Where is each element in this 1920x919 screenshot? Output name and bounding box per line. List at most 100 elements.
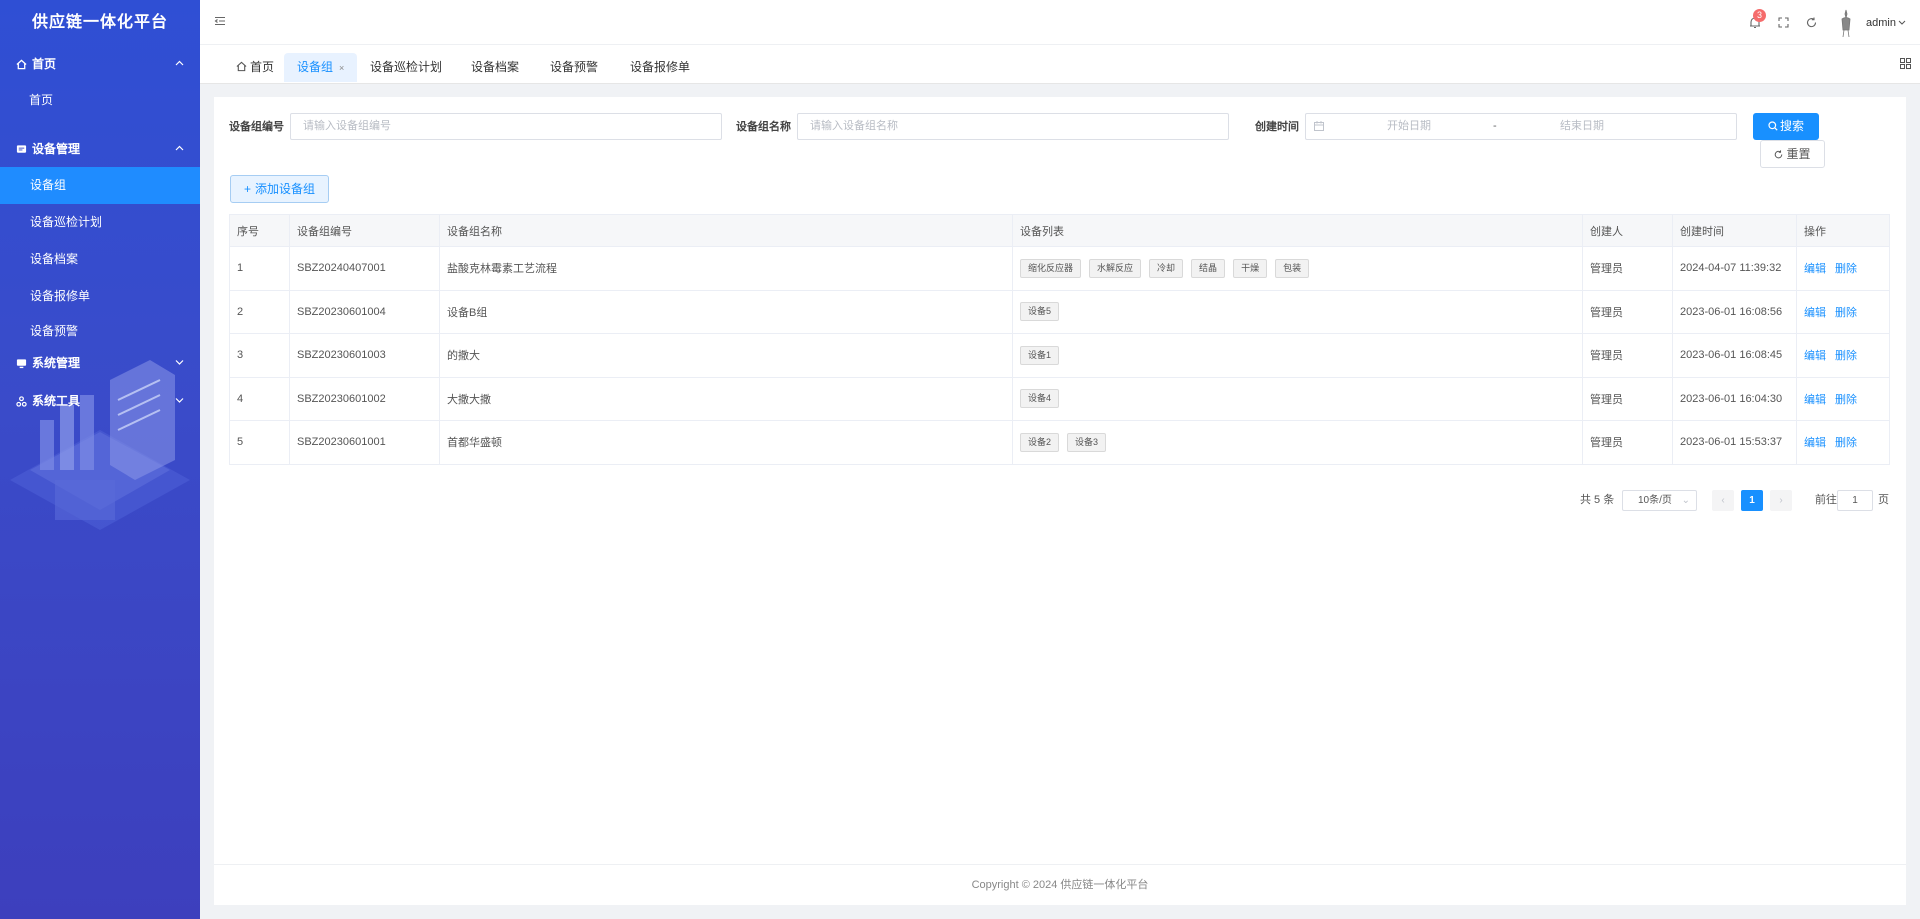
time-filter-label: 创建时间 — [1255, 121, 1299, 133]
menu-title-device[interactable]: 设备管理 — [0, 131, 200, 167]
home-icon — [15, 58, 27, 70]
home-icon — [236, 61, 247, 72]
refresh-icon[interactable] — [1804, 16, 1818, 30]
sidebar-item-device-archive[interactable]: 设备档案 — [0, 241, 200, 278]
sidebar-item-repair-order[interactable]: 设备报修单 — [0, 278, 200, 315]
tab-label: 设备报修单 — [630, 60, 691, 74]
delete-button[interactable]: 删除 — [1835, 350, 1857, 362]
page-size-select[interactable]: 10条/页 ⌄ — [1622, 490, 1697, 511]
menu-title-home[interactable]: 首页 — [0, 46, 200, 82]
delete-button[interactable]: 删除 — [1835, 307, 1857, 319]
name-filter-input[interactable]: 请输入设备组名称 — [797, 113, 1229, 140]
cell-created: 2023-06-01 16:04:30 — [1672, 376, 1797, 421]
cell-index: 1 — [229, 246, 290, 291]
delete-button[interactable]: 删除 — [1835, 263, 1857, 275]
sidebar-item-label: 设备档案 — [30, 252, 79, 266]
table-row: 1 SBZ20240407001 盐酸克林霉素工艺流程 缩化反应器 水解反应 冷却结… — [229, 246, 1890, 291]
search-button[interactable]: 搜索 — [1753, 113, 1819, 140]
cell-name: 首都华盛顿 — [439, 420, 1013, 465]
sidebar-fold-icon[interactable] — [214, 15, 226, 27]
tab-device-archive[interactable]: 设备档案 — [471, 53, 519, 82]
fullscreen-icon[interactable] — [1776, 16, 1790, 30]
menu-title-system[interactable]: 系统管理 — [0, 347, 200, 379]
menu-title-label: 设备管理 — [32, 142, 81, 156]
sidebar-item-device-warning[interactable]: 设备预警 — [0, 315, 200, 347]
chevron-down-icon — [175, 379, 184, 423]
date-range-picker[interactable]: 开始日期 - 结束日期 — [1305, 113, 1737, 140]
menu-group-device: 设备管理 设备组 设备巡检计划 设备档案 设备报修单 设备预警 — [0, 131, 200, 347]
chevron-up-icon — [175, 131, 184, 167]
goto-page-input[interactable]: 1 — [1837, 490, 1873, 511]
table-header-row: 序号 设备组编号 设备组名称 设备列表 创建人 创建时间 操作 — [229, 214, 1890, 247]
cell-devices: 设备1 — [1012, 333, 1583, 378]
chevron-down-icon[interactable] — [1898, 20, 1906, 25]
chevron-up-icon — [175, 46, 184, 82]
grid-menu-icon[interactable] — [1900, 58, 1912, 70]
device-tag: 设备3 — [1067, 432, 1107, 452]
table-row: 4 SBZ20230601002 大撒大撒 设备4 管理员 2023-06-01… — [229, 376, 1890, 421]
prev-page-button[interactable]: ‹ — [1712, 490, 1734, 511]
username[interactable]: admin — [1866, 17, 1896, 29]
goto-page-value: 1 — [1852, 495, 1858, 506]
tab-label: 首页 — [250, 60, 275, 74]
sidebar-item-home[interactable]: 首页 — [0, 82, 200, 119]
cell-actions: 编辑 删除 — [1796, 420, 1890, 465]
page-number-1[interactable]: 1 — [1741, 490, 1763, 511]
edit-button[interactable]: 编辑 — [1804, 350, 1826, 362]
code-filter-label: 设备组编号 — [229, 121, 284, 133]
add-button-label: 添加设备组 — [255, 182, 316, 196]
column-header: 创建时间 — [1672, 214, 1797, 247]
tab-device-group[interactable]: 设备组 × — [284, 53, 358, 82]
column-header: 操作 — [1796, 214, 1890, 247]
sidebar-item-inspection-plan[interactable]: 设备巡检计划 — [0, 204, 200, 241]
reset-button[interactable]: 重置 — [1760, 140, 1825, 168]
cell-created: 2023-06-01 15:53:37 — [1672, 420, 1797, 465]
cell-creator: 管理员 — [1582, 420, 1673, 465]
close-icon[interactable]: × — [339, 63, 344, 73]
tab-home[interactable]: 首页 — [236, 53, 274, 82]
sidebar-item-label: 设备预警 — [30, 324, 79, 338]
menu-title-label: 系统管理 — [32, 356, 81, 370]
cell-actions: 编辑 删除 — [1796, 289, 1890, 334]
tab-label: 设备巡检计划 — [370, 60, 443, 74]
delete-button[interactable]: 删除 — [1835, 394, 1857, 406]
plus-icon: + — [243, 182, 251, 196]
search-button-label: 搜索 — [1779, 119, 1804, 133]
column-header: 设备组编号 — [289, 214, 440, 247]
sidebar-item-device-group[interactable]: 设备组 — [0, 167, 200, 204]
column-header: 设备列表 — [1012, 214, 1583, 247]
cell-index: 2 — [229, 289, 290, 334]
code-filter-input[interactable]: 请输入设备组编号 — [290, 113, 722, 140]
edit-button[interactable]: 编辑 — [1804, 307, 1826, 319]
cell-devices: 缩化反应器 水解反应 冷却 结晶 干燥 包装 — [1012, 246, 1583, 291]
page-size-value: 10条/页 — [1638, 495, 1672, 506]
calendar-icon — [1314, 121, 1324, 131]
app-logo-title: 供应链一体化平台 — [31, 14, 168, 31]
header-tools: 3 admin — [1734, 0, 1906, 45]
edit-button[interactable]: 编辑 — [1804, 394, 1826, 406]
next-page-button[interactable]: › — [1770, 490, 1792, 511]
tab-device-warning[interactable]: 设备预警 — [550, 53, 598, 82]
bell-icon[interactable]: 3 — [1748, 8, 1767, 30]
cell-code: SBZ20240407001 — [289, 246, 440, 291]
pagination-total: 共 5 条 — [1580, 494, 1615, 506]
device-tag: 缩化反应器 — [1020, 258, 1082, 278]
top-header: 3 admin — [200, 0, 1920, 45]
start-date-input[interactable]: 开始日期 — [1387, 114, 1431, 139]
edit-button[interactable]: 编辑 — [1804, 263, 1826, 275]
cell-index: 4 — [229, 376, 290, 421]
menu-group-home: 首页 首页 — [0, 46, 200, 119]
column-header: 设备组名称 — [439, 214, 1013, 247]
add-device-group-button[interactable]: + 添加设备组 — [230, 175, 329, 203]
goto-prefix: 前往 — [1815, 494, 1837, 506]
tab-repair-order[interactable]: 设备报修单 — [630, 53, 690, 82]
avatar[interactable] — [1832, 7, 1861, 38]
menu-title-tools[interactable]: 系统工具 — [0, 379, 200, 423]
device-tag: 水解反应 — [1089, 258, 1142, 278]
tab-label: 设备档案 — [471, 60, 520, 74]
end-date-input[interactable]: 结束日期 — [1560, 114, 1604, 139]
tab-inspection-plan[interactable]: 设备巡检计划 — [370, 53, 442, 82]
delete-button[interactable]: 删除 — [1835, 437, 1857, 449]
edit-button[interactable]: 编辑 — [1804, 437, 1826, 449]
monitor-icon — [15, 357, 27, 369]
